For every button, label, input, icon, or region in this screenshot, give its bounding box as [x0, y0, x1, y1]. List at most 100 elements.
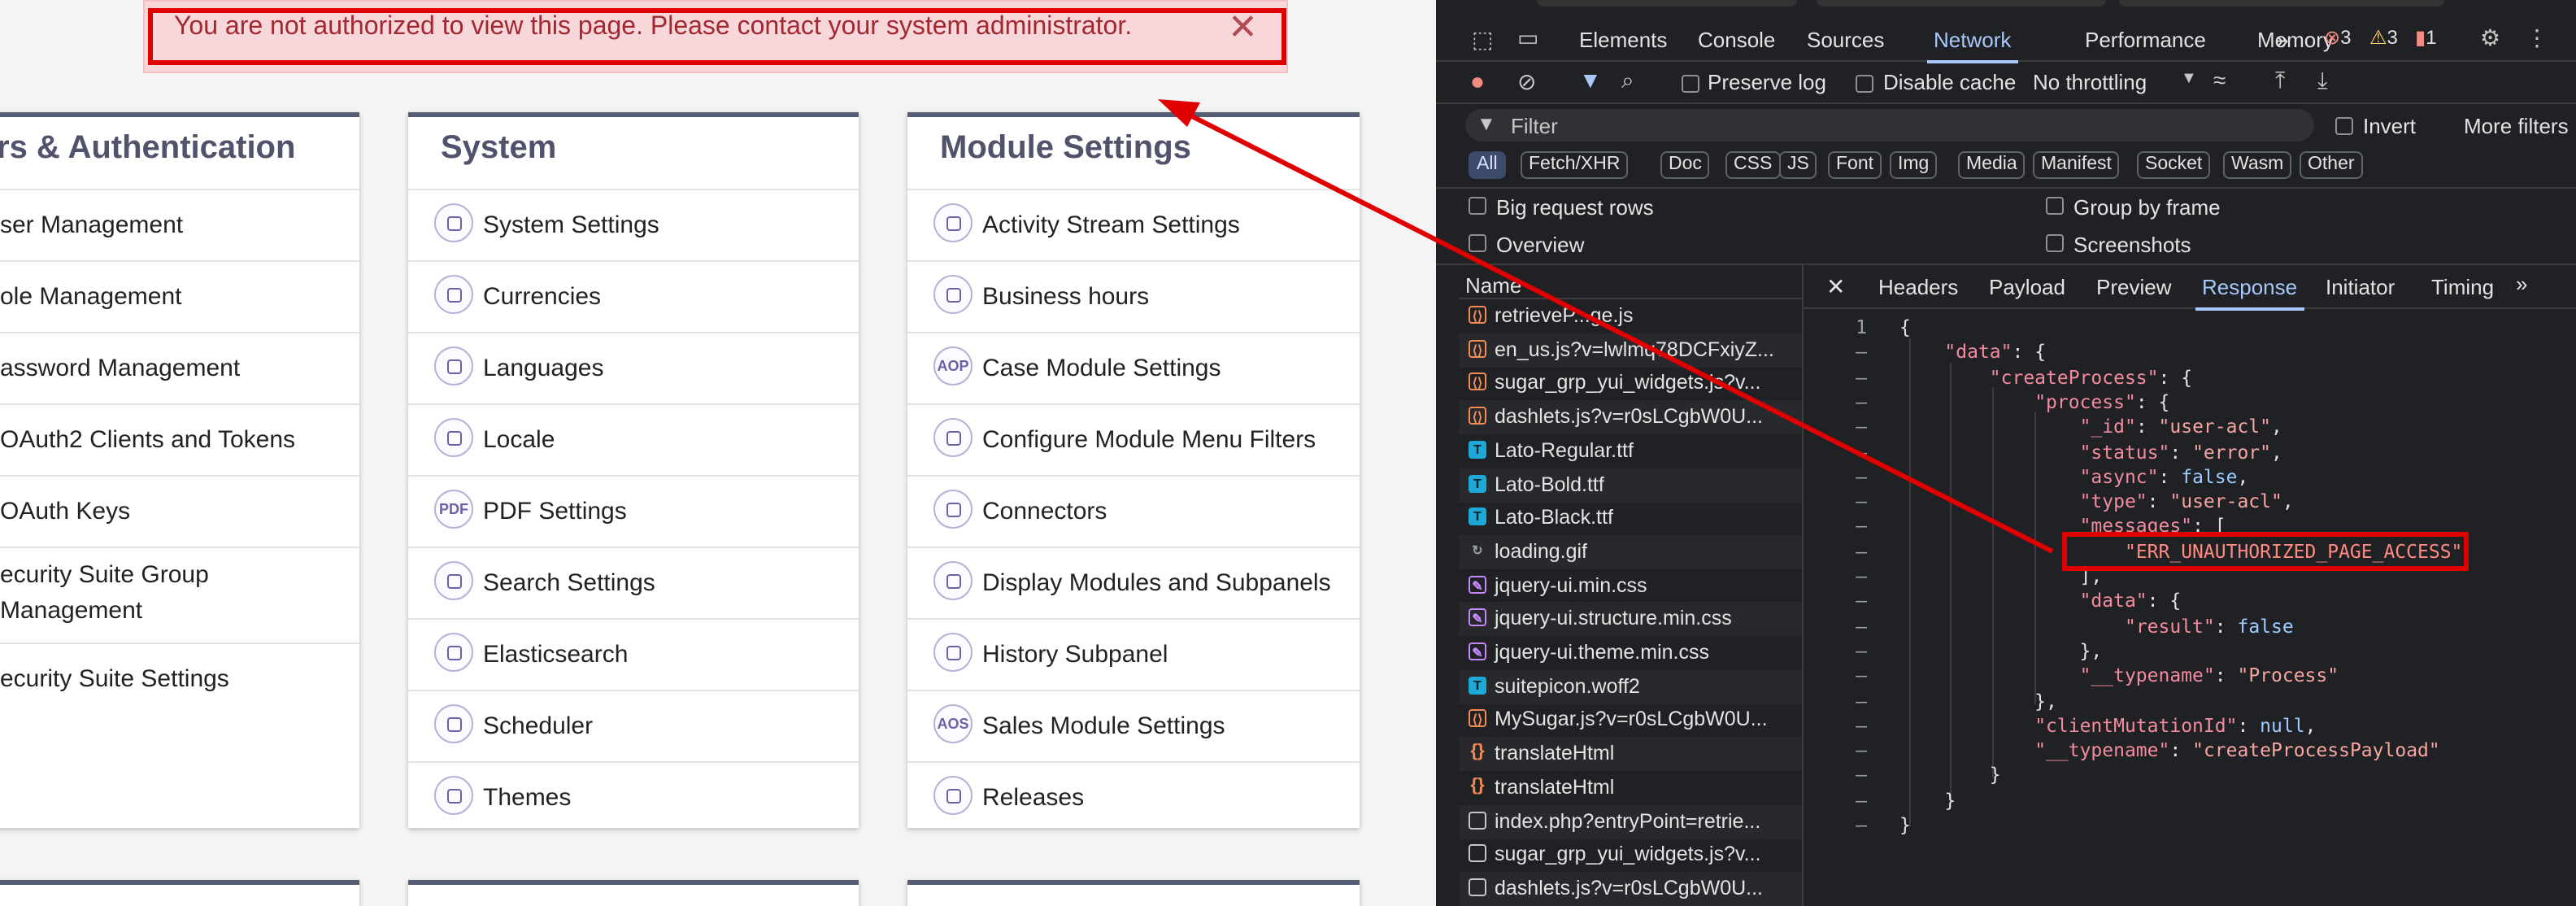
- invert-checkbox[interactable]: [2335, 117, 2353, 135]
- screenshots-checkbox[interactable]: [2046, 234, 2064, 252]
- error-count-badge[interactable]: ⊗3: [2324, 26, 2352, 49]
- line-number: –: [1856, 340, 1867, 364]
- request-name: sugar_grp_yui_widgets.js?v...: [1495, 843, 1761, 866]
- settings-gear-icon[interactable]: ⚙: [2480, 24, 2500, 52]
- admin-link-ecurity-suite-settings[interactable]: ecurity Suite Settings: [0, 642, 359, 714]
- export-har-icon[interactable]: ⤓: [2317, 67, 2327, 94]
- admin-link-oauth2-clients-and-tokens[interactable]: OAuth2 Clients and Tokens: [0, 403, 359, 475]
- filter-icon[interactable]: ▼: [1579, 67, 1602, 93]
- chevron-down-icon[interactable]: ▼: [2181, 70, 2197, 88]
- close-icon[interactable]: ✕: [1228, 9, 1258, 45]
- detail-tab-preview[interactable]: Preview: [2096, 275, 2172, 299]
- tab-sources[interactable]: Sources: [1807, 28, 1884, 52]
- admin-link-ser-management[interactable]: ser Management: [0, 189, 359, 260]
- disable-cache-checkbox[interactable]: [1856, 75, 1873, 93]
- tab-memory[interactable]: Memory: [2257, 28, 2334, 52]
- admin-link-locale[interactable]: Locale: [408, 403, 859, 475]
- tab-strip-shadow: [1537, 0, 1797, 7]
- admin-link-business-hours[interactable]: Business hours: [907, 260, 1360, 332]
- type-filter-other[interactable]: Other: [2300, 151, 2363, 179]
- admin-link-configure-module-menu-filters[interactable]: Configure Module Menu Filters: [907, 403, 1360, 475]
- request-row[interactable]: {} translateHtml: [1459, 771, 1802, 805]
- tab-network[interactable]: Network: [1927, 28, 2017, 63]
- more-tabs-icon[interactable]: »: [2516, 272, 2527, 296]
- type-filter-all[interactable]: All: [1469, 151, 1506, 179]
- overview-checkbox[interactable]: [1469, 234, 1486, 252]
- tab-console[interactable]: Console: [1698, 28, 1775, 52]
- detail-tab-payload[interactable]: Payload: [1989, 275, 2065, 299]
- more-tabs-icon[interactable]: »: [2277, 28, 2288, 52]
- type-filter-manifest[interactable]: Manifest: [2033, 151, 2120, 179]
- admin-link-elasticsearch[interactable]: Elasticsearch: [408, 618, 859, 690]
- search-icon[interactable]: ⌕: [1621, 67, 1634, 94]
- network-conditions-icon[interactable]: ≈: [2213, 67, 2226, 93]
- request-row[interactable]: ✎ jquery-ui.theme.min.css: [1459, 636, 1802, 670]
- import-har-icon[interactable]: ⤒: [2275, 67, 2285, 94]
- request-row[interactable]: T Lato-Regular.ttf: [1459, 434, 1802, 468]
- detail-tab-timing[interactable]: Timing: [2431, 275, 2494, 299]
- request-row[interactable]: ✎ jquery-ui.structure.min.css: [1459, 602, 1802, 637]
- group-by-frame-checkbox[interactable]: [2046, 197, 2064, 215]
- request-row[interactable]: T Lato-Black.ttf: [1459, 501, 1802, 535]
- request-row[interactable]: ⟨⟩ retrieveP...ge.js: [1459, 299, 1802, 333]
- admin-link-scheduler[interactable]: Scheduler: [408, 690, 859, 761]
- admin-link-pdf-settings[interactable]: PDF PDF Settings: [408, 475, 859, 547]
- type-filter-js[interactable]: JS: [1779, 151, 1817, 179]
- request-row[interactable]: ⟨⟩ sugar_grp_yui_widgets.js?v...: [1459, 367, 1802, 401]
- admin-link-ecurity-suite-group-management[interactable]: ecurity Suite Group Management: [0, 547, 359, 642]
- big-request-rows-checkbox[interactable]: [1469, 197, 1486, 215]
- request-row[interactable]: ↻ loading.gif: [1459, 534, 1802, 569]
- record-stop-icon[interactable]: ⏺: [1472, 68, 1483, 96]
- detail-tab-initiator[interactable]: Initiator: [2326, 275, 2395, 299]
- admin-link-search-settings[interactable]: Search Settings: [408, 547, 859, 618]
- kebab-menu-icon[interactable]: ⋮: [2526, 24, 2548, 52]
- request-row[interactable]: Tsuitepicon.woff2: [1459, 669, 1802, 704]
- type-filter-doc[interactable]: Doc: [1660, 151, 1710, 179]
- detail-tab-response[interactable]: Response: [2195, 275, 2304, 311]
- type-filter-media[interactable]: Media: [1958, 151, 2026, 179]
- type-filter-socket[interactable]: Socket: [2137, 151, 2211, 179]
- clear-icon[interactable]: ⊘: [1517, 68, 1536, 96]
- admin-link-themes[interactable]: Themes: [408, 761, 859, 833]
- admin-link-ole-management[interactable]: ole Management: [0, 260, 359, 332]
- admin-link-activity-stream-settings[interactable]: Activity Stream Settings: [907, 189, 1360, 260]
- detail-tab-headers[interactable]: Headers: [1878, 275, 1958, 299]
- throttling-select[interactable]: No throttling: [2033, 70, 2147, 94]
- type-filter-fetch-xhr[interactable]: Fetch/XHR: [1521, 151, 1629, 179]
- admin-link-connectors[interactable]: Connectors: [907, 475, 1360, 547]
- admin-link-system-settings[interactable]: System Settings: [408, 189, 859, 260]
- more-filters-dropdown[interactable]: More filters: [2464, 114, 2569, 138]
- admin-link-display-modules-and-subpanels[interactable]: Display Modules and Subpanels: [907, 547, 1360, 618]
- type-filter-css[interactable]: CSS: [1725, 151, 1781, 179]
- request-row[interactable]: ⟨⟩ MySugar.js?v=r0sLCgbW0U...: [1459, 703, 1802, 738]
- admin-link-currencies[interactable]: Currencies: [408, 260, 859, 332]
- admin-link-sales-module-settings[interactable]: AOS Sales Module Settings: [907, 690, 1360, 761]
- request-row[interactable]: {} translateHtml: [1459, 737, 1802, 772]
- request-row[interactable]: ⟨⟩ dashlets.js?v=r0sLCgbW0U...: [1459, 400, 1802, 435]
- close-icon[interactable]: ✕: [1826, 273, 1845, 301]
- request-row[interactable]: dashlets.js?v=r0sLCgbW0U...: [1459, 871, 1802, 906]
- preserve-log-checkbox[interactable]: [1682, 75, 1699, 93]
- request-row[interactable]: T Lato-Bold.ttf: [1459, 468, 1802, 502]
- type-filter-font[interactable]: Font: [1828, 151, 1882, 179]
- request-row[interactable]: sugar_grp_yui_widgets.js?v...: [1459, 838, 1802, 872]
- warning-count-badge[interactable]: ⚠3: [2369, 26, 2398, 49]
- admin-link-languages[interactable]: Languages: [408, 332, 859, 403]
- tab-elements[interactable]: Elements: [1579, 28, 1667, 52]
- filter-input[interactable]: ▼ Filter: [1465, 109, 2314, 142]
- admin-link-releases[interactable]: Releases: [907, 761, 1360, 833]
- type-filter-wasm[interactable]: Wasm: [2223, 151, 2292, 179]
- issues-count-badge[interactable]: ▮1: [2415, 26, 2437, 49]
- admin-link-history-subpanel[interactable]: History Subpanel: [907, 618, 1360, 690]
- type-filter-img[interactable]: Img: [1890, 151, 1938, 179]
- admin-link-oauth-keys[interactable]: OAuth Keys: [0, 475, 359, 547]
- admin-link-case-module-settings[interactable]: AOP Case Module Settings: [907, 332, 1360, 403]
- request-row[interactable]: ⟨⟩ en_us.js?v=lwlmq78DCFxiyZ...: [1459, 333, 1802, 368]
- admin-link-assword-management[interactable]: assword Management: [0, 332, 359, 403]
- tab-performance[interactable]: Performance: [2085, 28, 2206, 52]
- name-column-header[interactable]: Name: [1465, 273, 1521, 298]
- inspect-element-icon[interactable]: ⬚: [1472, 26, 1493, 54]
- request-row[interactable]: ✎ jquery-ui.min.css: [1459, 568, 1802, 603]
- device-toolbar-icon[interactable]: ▭: [1517, 24, 1538, 52]
- request-row[interactable]: index.php?entryPoint=retrie...: [1459, 804, 1802, 838]
